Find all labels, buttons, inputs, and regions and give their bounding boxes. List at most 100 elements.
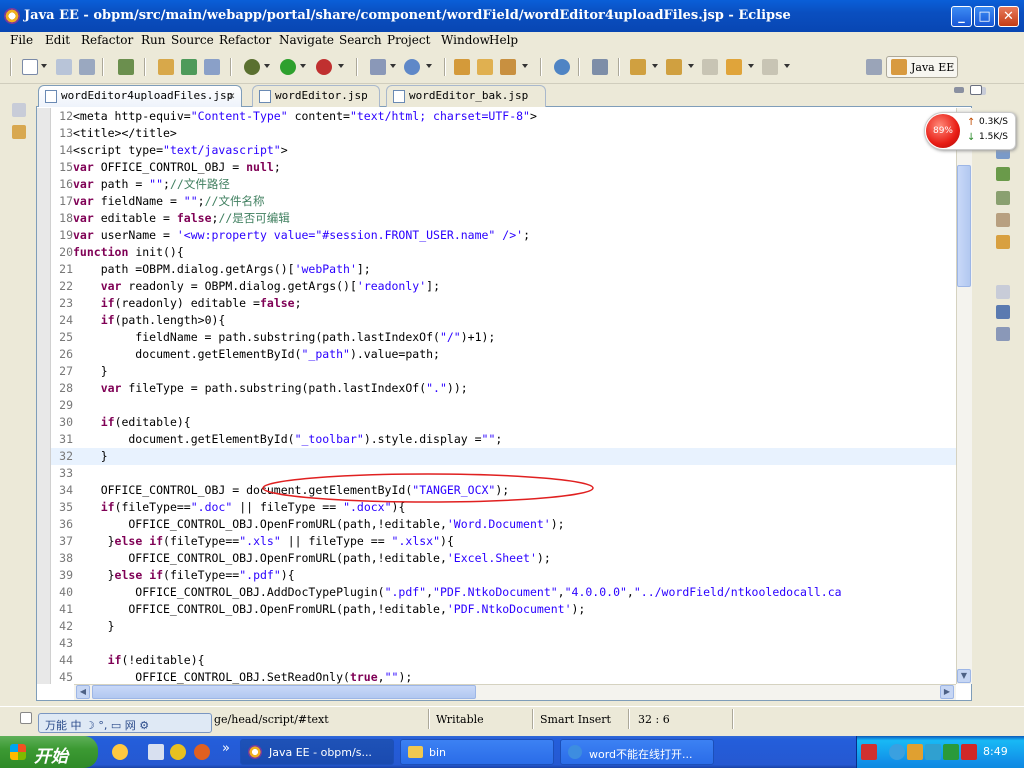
code-line[interactable]: 38 OFFICE_CONTROL_OBJ.OpenFromURL(path,!… — [51, 550, 956, 567]
task-eclipse[interactable]: Java EE - obpm/s... — [240, 739, 394, 765]
new-server-icon[interactable] — [370, 59, 386, 75]
prev-annotation-icon[interactable] — [666, 59, 682, 75]
quicklaunch-icon-2[interactable] — [148, 744, 164, 760]
vertical-scroll-thumb[interactable] — [957, 165, 971, 287]
debug-icon[interactable] — [244, 59, 260, 75]
quicklaunch-icon-1[interactable] — [112, 744, 128, 760]
code-line[interactable]: 32 } — [51, 448, 956, 465]
menu-help[interactable]: Help — [489, 33, 518, 47]
code-line[interactable]: 36 OFFICE_CONTROL_OBJ.OpenFromURL(path,!… — [51, 516, 956, 533]
package-explorer-icon[interactable] — [12, 125, 26, 139]
horizontal-scroll-thumb[interactable] — [92, 685, 476, 699]
fast-view-icon[interactable] — [20, 712, 32, 724]
code-line[interactable]: 26 document.getElementById("_path").valu… — [51, 346, 956, 363]
menu-navigate[interactable]: Navigate — [279, 33, 334, 47]
server-icon[interactable] — [118, 59, 134, 75]
next-annotation-icon[interactable] — [630, 59, 646, 75]
code-line[interactable]: 23 if(readonly) editable =false; — [51, 295, 956, 312]
start-button[interactable]: 开始 — [0, 736, 98, 768]
quicklaunch-more-icon[interactable]: » — [222, 741, 230, 756]
wand-icon[interactable] — [500, 59, 516, 75]
menu-run[interactable]: Run — [141, 33, 166, 47]
open-folder-icon[interactable] — [454, 59, 470, 75]
editor-minimize-icon[interactable] — [954, 87, 964, 93]
code-editor[interactable]: 12<meta http-equiv="Content-Type" conten… — [51, 108, 956, 684]
refresh-icon[interactable] — [204, 59, 220, 75]
scroll-right-icon[interactable]: ▶ — [940, 685, 954, 699]
code-line[interactable]: 19var userName = '<ww:property value="#s… — [51, 227, 956, 244]
search-icon[interactable] — [592, 59, 608, 75]
code-line[interactable]: 29 — [51, 397, 956, 414]
menu-window[interactable]: Window — [441, 33, 490, 47]
code-line[interactable]: 37 }else if(fileType==".xls" || fileType… — [51, 533, 956, 550]
code-line[interactable]: 14<script type="text/javascript"> — [51, 142, 956, 159]
open-project-icon[interactable] — [181, 59, 197, 75]
code-line[interactable]: 42 } — [51, 618, 956, 635]
menu-file[interactable]: File — [10, 33, 33, 47]
code-line[interactable]: 18var editable = false;//是否可编辑 — [51, 210, 956, 227]
snippets-icon[interactable] — [996, 213, 1010, 227]
properties-icon[interactable] — [996, 327, 1010, 341]
tab-wordeditor4uploadfiles[interactable]: wordEditor4uploadFiles.jsp ✕ — [38, 85, 242, 107]
code-line[interactable]: 24 if(path.length>0){ — [51, 312, 956, 329]
new-web-service-icon[interactable] — [404, 59, 420, 75]
menu-source[interactable]: Source — [171, 33, 214, 47]
code-line[interactable]: 22 var readonly = OBPM.dialog.getArgs()[… — [51, 278, 956, 295]
scroll-down-icon[interactable]: ▼ — [957, 669, 971, 683]
tab-close-icon[interactable]: ✕ — [228, 89, 235, 102]
restore-right-icon[interactable] — [996, 285, 1010, 299]
ime-tray-icon[interactable] — [861, 744, 877, 760]
maximize-button[interactable]: □ — [974, 6, 995, 27]
code-line[interactable]: 16var path = "";//文件路径 — [51, 176, 956, 193]
code-line[interactable]: 30 if(editable){ — [51, 414, 956, 431]
open-perspective-icon[interactable] — [866, 59, 882, 75]
globe-icon[interactable] — [554, 59, 570, 75]
last-edit-icon[interactable] — [702, 59, 718, 75]
code-line[interactable]: 13<title></title> — [51, 125, 956, 142]
menu-refactor[interactable]: Refactor — [81, 33, 133, 47]
code-line[interactable]: 28 var fileType = path.substring(path.la… — [51, 380, 956, 397]
folder-icon[interactable] — [477, 59, 493, 75]
save-icon[interactable] — [56, 59, 72, 75]
tray-icon-2[interactable] — [907, 744, 923, 760]
code-line[interactable]: 31 document.getElementById("_toolbar").s… — [51, 431, 956, 448]
menu-search[interactable]: Search — [339, 33, 382, 47]
code-line[interactable]: 45 OFFICE_CONTROL_OBJ.SetReadOnly(true,"… — [51, 669, 956, 684]
tray-icon-3[interactable] — [925, 744, 941, 760]
tab-wordeditor-bak[interactable]: wordEditor_bak.jsp — [386, 85, 546, 107]
code-line[interactable]: 17var fieldName = "";//文件名称 — [51, 193, 956, 210]
run-icon[interactable] — [280, 59, 296, 75]
code-line[interactable]: 43 — [51, 635, 956, 652]
code-line[interactable]: 41 OFFICE_CONTROL_OBJ.OpenFromURL(path,!… — [51, 601, 956, 618]
firefox-icon[interactable] — [194, 744, 210, 760]
code-line[interactable]: 39 }else if(fileType==".pdf"){ — [51, 567, 956, 584]
antivirus-icon[interactable] — [961, 744, 977, 760]
code-line[interactable]: 20function init(){ — [51, 244, 956, 261]
map-icon[interactable] — [996, 191, 1010, 205]
code-line[interactable]: 44 if(!editable){ — [51, 652, 956, 669]
hierarchy-icon[interactable] — [996, 167, 1010, 181]
task-bin-folder[interactable]: bin — [400, 739, 554, 765]
scroll-left-icon[interactable]: ◀ — [76, 685, 90, 699]
minimize-button[interactable]: _ — [951, 6, 972, 27]
code-line[interactable]: 15var OFFICE_CONTROL_OBJ = null; — [51, 159, 956, 176]
task-browser[interactable]: word不能在线打开... — [560, 739, 714, 765]
menu-edit[interactable]: Edit — [45, 33, 70, 47]
menu-project[interactable]: Project — [387, 33, 430, 47]
memory-percent[interactable]: 89% — [926, 114, 960, 148]
new-icon[interactable] — [22, 59, 38, 75]
code-line[interactable]: 27 } — [51, 363, 956, 380]
back-icon[interactable] — [726, 59, 742, 75]
ime-toolbar[interactable]: 万能 中 ☽ °, ▭ 网 ⚙ — [38, 713, 212, 733]
code-line[interactable]: 21 path =OBPM.dialog.getArgs()['webPath'… — [51, 261, 956, 278]
editor-maximize-icon[interactable] — [970, 85, 982, 95]
external-tools-icon[interactable] — [316, 59, 332, 75]
code-line[interactable]: 25 fieldName = path.substring(path.lastI… — [51, 329, 956, 346]
quicklaunch-icon-3[interactable] — [170, 744, 186, 760]
window-title-bar[interactable]: Java EE - obpm/src/main/webapp/portal/sh… — [0, 0, 1024, 32]
restore-icon[interactable] — [12, 103, 26, 117]
print-icon[interactable] — [79, 59, 95, 75]
code-line[interactable]: 40 OFFICE_CONTROL_OBJ.AddDocTypePlugin("… — [51, 584, 956, 601]
open-type-icon[interactable] — [158, 59, 174, 75]
shield-icon[interactable] — [943, 744, 959, 760]
